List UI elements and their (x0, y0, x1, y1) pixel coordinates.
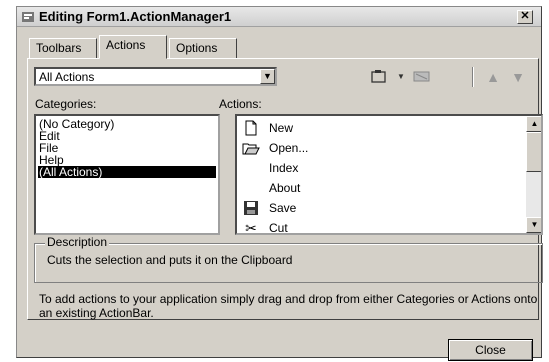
close-button[interactable]: Close (448, 339, 533, 361)
dropdown-arrow-icon[interactable]: ▼ (390, 69, 412, 85)
action-label: Save (269, 201, 297, 215)
description-text: Cuts the selection and puts it on the Cl… (47, 253, 293, 267)
category-item[interactable]: File (38, 142, 216, 154)
move-up-icon[interactable]: ▲ (482, 69, 504, 85)
actions-label: Actions: (219, 97, 262, 111)
scroll-down-icon[interactable]: ▼ (526, 217, 541, 233)
scroll-thumb[interactable] (526, 132, 541, 172)
action-item-cut[interactable]: ✂ Cut (239, 218, 519, 235)
action-label: Cut (269, 221, 288, 235)
scroll-up-icon[interactable]: ▲ (526, 116, 541, 132)
tab-actions[interactable]: Actions (99, 35, 167, 59)
window-title: Editing Form1.ActionManager1 (39, 9, 232, 24)
title-bar[interactable]: Editing Form1.ActionManager1 ✕ (17, 7, 541, 27)
action-filter-select[interactable]: All Actions (34, 67, 277, 86)
categories-list[interactable]: (No Category) Edit File Help (All Action… (34, 114, 220, 235)
delete-action-icon[interactable] (411, 69, 433, 85)
actions-scrollbar[interactable]: ▲ ▼ (526, 116, 541, 233)
action-item-save[interactable]: Save (239, 198, 519, 218)
action-item-open[interactable]: Open... (239, 138, 519, 158)
action-label: About (269, 181, 301, 195)
close-icon[interactable]: ✕ (517, 10, 533, 24)
action-label: Open... (269, 141, 309, 155)
tab-toolbars[interactable]: Toolbars (29, 38, 97, 58)
actions-list[interactable]: New Open... Index About Save ✂ Cut ▲ ▼ (235, 114, 543, 235)
move-down-icon[interactable]: ▼ (507, 69, 529, 85)
save-disk-icon (241, 200, 261, 216)
action-label: New (269, 121, 294, 135)
new-document-icon (241, 120, 261, 136)
scissors-icon: ✂ (245, 220, 257, 235)
chevron-down-icon[interactable]: ▼ (260, 69, 275, 84)
help-text: To add actions to your application simpl… (39, 292, 538, 320)
action-label: Index (269, 161, 299, 175)
action-item-about[interactable]: About (239, 178, 519, 198)
toolbar-separator (472, 67, 474, 87)
category-item[interactable]: (No Category) (38, 118, 216, 130)
category-item-selected[interactable]: (All Actions) (38, 166, 216, 178)
categories-label: Categories: (35, 97, 97, 111)
action-manager-dialog: Editing Form1.ActionManager1 ✕ Toolbars … (16, 6, 543, 361)
description-legend: Description (45, 235, 110, 249)
tab-options[interactable]: Options (169, 38, 237, 58)
action-item-new[interactable]: New (239, 118, 519, 138)
app-icon (21, 10, 35, 24)
open-folder-icon (241, 140, 261, 156)
category-item[interactable]: Edit (38, 130, 216, 142)
new-action-icon[interactable] (368, 69, 390, 85)
action-item-index[interactable]: Index (239, 158, 519, 178)
